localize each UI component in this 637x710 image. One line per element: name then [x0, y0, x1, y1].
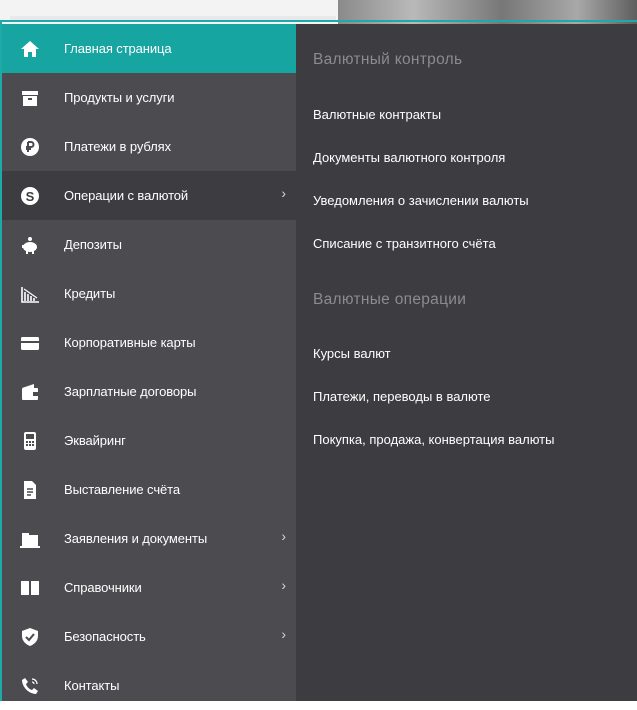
section-title-currency-control: Валютный контроль	[313, 51, 463, 68]
menu-item-label: Эквайринг	[64, 433, 126, 448]
menu-item-security[interactable]: Безопасность ›	[2, 612, 296, 661]
piggy-bank-icon	[20, 235, 40, 255]
link-exchange-rates[interactable]: Курсы валют	[313, 346, 391, 361]
menu-item-acquiring[interactable]: Эквайринг	[2, 416, 296, 465]
menu-item-rub-payments[interactable]: Платежи в рублях	[2, 122, 296, 171]
chevron-right-icon: ›	[281, 185, 286, 201]
chevron-right-icon: ›	[281, 528, 286, 544]
link-currency-credit-notices[interactable]: Уведомления о зачислении валюты	[313, 193, 529, 208]
document-icon	[20, 480, 40, 500]
menu-item-label: Контакты	[64, 678, 120, 693]
menu-item-home[interactable]: Главная страница	[2, 24, 296, 73]
menu-item-directories[interactable]: Справочники ›	[2, 563, 296, 612]
menu-item-label: Безопасность	[64, 629, 146, 644]
home-icon	[20, 39, 40, 59]
link-currency-control-documents[interactable]: Документы валютного контроля	[313, 150, 505, 165]
menu-item-credits[interactable]: Кредиты	[2, 269, 296, 318]
shield-icon	[20, 627, 40, 647]
link-transit-account-debit[interactable]: Списание с транзитного счёта	[313, 236, 496, 251]
side-menu: Главная страница Продукты и услуги Плате…	[2, 24, 296, 701]
menu-item-currency-operations[interactable]: S Операции с валютой ›	[2, 171, 296, 220]
chevron-right-icon: ›	[281, 577, 286, 593]
menu-item-label: Депозиты	[64, 237, 122, 252]
menu-item-label: Справочники	[64, 580, 142, 595]
menu-item-label: Заявления и документы	[64, 531, 208, 546]
dollar-icon: S	[20, 186, 40, 206]
link-currency-transfers[interactable]: Платежи, переводы в валюте	[313, 389, 491, 404]
pos-terminal-icon	[20, 431, 40, 451]
menu-item-salary[interactable]: Зарплатные договоры	[2, 367, 296, 416]
chart-down-icon	[20, 284, 40, 304]
phone-icon	[20, 676, 40, 696]
chevron-right-icon: ›	[281, 626, 286, 642]
section-title-currency-operations: Валютные операции	[313, 291, 467, 308]
menu-item-label: Кредиты	[64, 286, 116, 301]
svg-text:S: S	[26, 189, 35, 204]
menu-item-deposits[interactable]: Депозиты	[2, 220, 296, 269]
ruble-icon	[20, 137, 40, 157]
menu-item-label: Платежи в рублях	[64, 139, 171, 154]
menu-item-label: Операции с валютой	[64, 188, 189, 203]
menu-item-label: Корпоративные карты	[64, 335, 196, 350]
menu-item-label: Выставление счёта	[64, 482, 180, 497]
menu-item-products[interactable]: Продукты и услуги	[2, 73, 296, 122]
folder-icon	[20, 529, 40, 549]
menu-item-invoicing[interactable]: Выставление счёта	[2, 465, 296, 514]
wallet-icon	[20, 382, 40, 402]
menu-item-label: Продукты и услуги	[64, 90, 175, 105]
link-currency-contracts[interactable]: Валютные контракты	[313, 107, 441, 122]
book-icon	[20, 578, 40, 598]
card-icon	[20, 333, 40, 353]
box-icon	[20, 88, 40, 108]
menu-item-applications[interactable]: Заявления и документы ›	[2, 514, 296, 563]
menu-item-label: Главная страница	[64, 41, 172, 56]
menu-item-contacts[interactable]: Контакты	[2, 661, 296, 710]
submenu-panel: Валютный контроль Валютные контракты Док…	[296, 24, 637, 701]
menu-item-label: Зарплатные договоры	[64, 384, 197, 399]
link-currency-exchange[interactable]: Покупка, продажа, конвертация валюты	[313, 432, 554, 447]
menu-item-corporate-cards[interactable]: Корпоративные карты	[2, 318, 296, 367]
